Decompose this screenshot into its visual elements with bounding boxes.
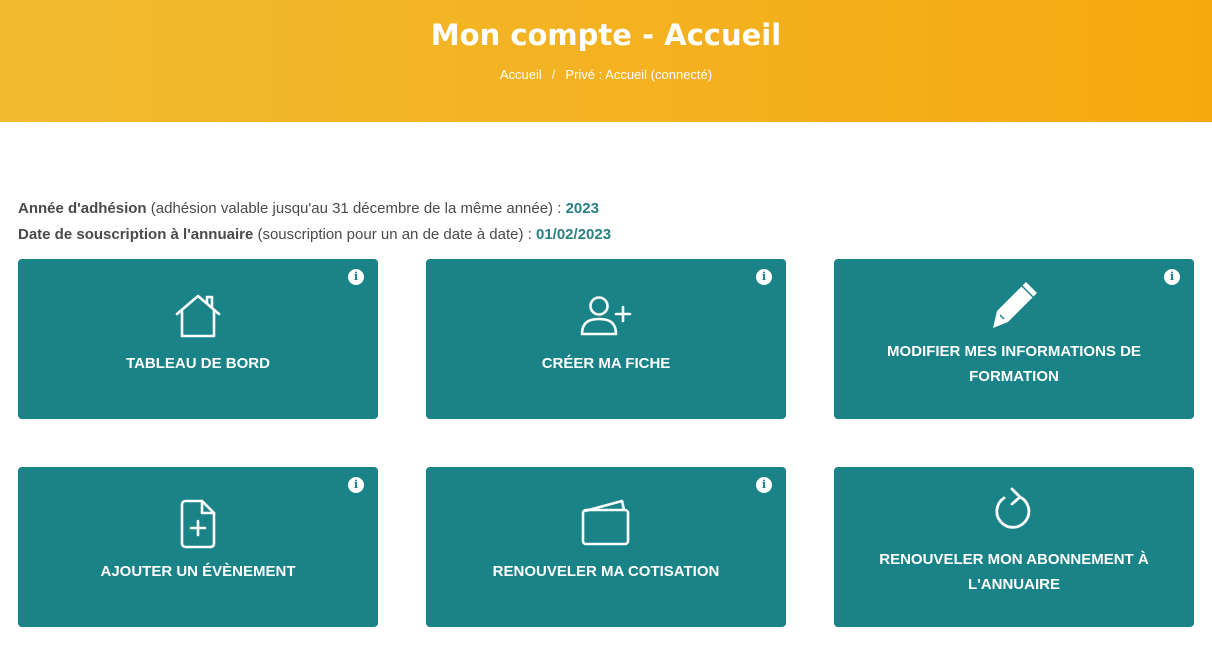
membership-year-label: Année d'adhésion: [18, 200, 147, 217]
info-icon[interactable]: i: [348, 269, 364, 285]
tile-renew-directory[interactable]: RENOUVELER MON ABONNEMENT À L'ANNUAIRE: [834, 467, 1194, 627]
membership-year-row: Année d'adhésion (adhésion valable jusqu…: [18, 196, 611, 222]
breadcrumb-separator: /: [551, 67, 556, 82]
account-info: Année d'adhésion (adhésion valable jusqu…: [18, 196, 611, 248]
info-icon[interactable]: i: [348, 477, 364, 493]
tile-edit-training[interactable]: i MODIFIER MES INFORMATIONS DE FORMATION: [834, 259, 1194, 419]
wallet-icon: [580, 499, 632, 552]
directory-date-value: 01/02/2023: [535, 226, 612, 243]
tile-label: AJOUTER UN ÉVÈNEMENT: [100, 563, 296, 580]
tile-renew-membership[interactable]: i RENOUVELER MA COTISATION: [426, 467, 786, 627]
refresh-icon: [992, 487, 1036, 538]
pencil-icon: [988, 279, 1040, 336]
membership-year-value: 2023: [565, 200, 599, 217]
page-title: Mon compte - Accueil: [430, 18, 782, 52]
tile-label: TABLEAU DE BORD: [126, 355, 270, 372]
user-plus-icon: [580, 295, 632, 342]
home-icon: [174, 293, 222, 344]
info-icon[interactable]: i: [756, 269, 772, 285]
directory-date-description: (souscription pour un an de date à date)…: [257, 226, 532, 243]
info-icon[interactable]: i: [756, 477, 772, 493]
membership-year-description: (adhésion valable jusqu'au 31 décembre d…: [150, 200, 562, 217]
tile-dashboard[interactable]: i TABLEAU DE BORD: [18, 259, 378, 419]
tile-label: CRÉER MA FICHE: [541, 355, 671, 372]
tile-label: MODIFIER MES INFORMATIONS DE FORMATION: [887, 343, 1141, 385]
tile-label: RENOUVELER MON ABONNEMENT À L'ANNUAIRE: [879, 551, 1149, 593]
tile-add-event[interactable]: i AJOUTER UN ÉVÈNEMENT: [18, 467, 378, 627]
breadcrumb-item-current: Privé : Accueil (connecté): [565, 67, 713, 82]
breadcrumb: Accueil / Privé : Accueil (connecté): [0, 67, 1212, 82]
breadcrumb-item-home[interactable]: Accueil: [500, 67, 542, 82]
tile-create-profile[interactable]: i CRÉER MA FICHE: [426, 259, 786, 419]
directory-date-label: Date de souscription à l'annuaire: [18, 226, 254, 243]
directory-date-row: Date de souscription à l'annuaire (sousc…: [18, 222, 611, 248]
page-header: Mon compte - Accueil Accueil / Privé : A…: [0, 0, 1212, 122]
file-plus-icon: [178, 499, 218, 554]
info-icon[interactable]: i: [1164, 269, 1180, 285]
tile-label: RENOUVELER MA COTISATION: [492, 563, 720, 580]
